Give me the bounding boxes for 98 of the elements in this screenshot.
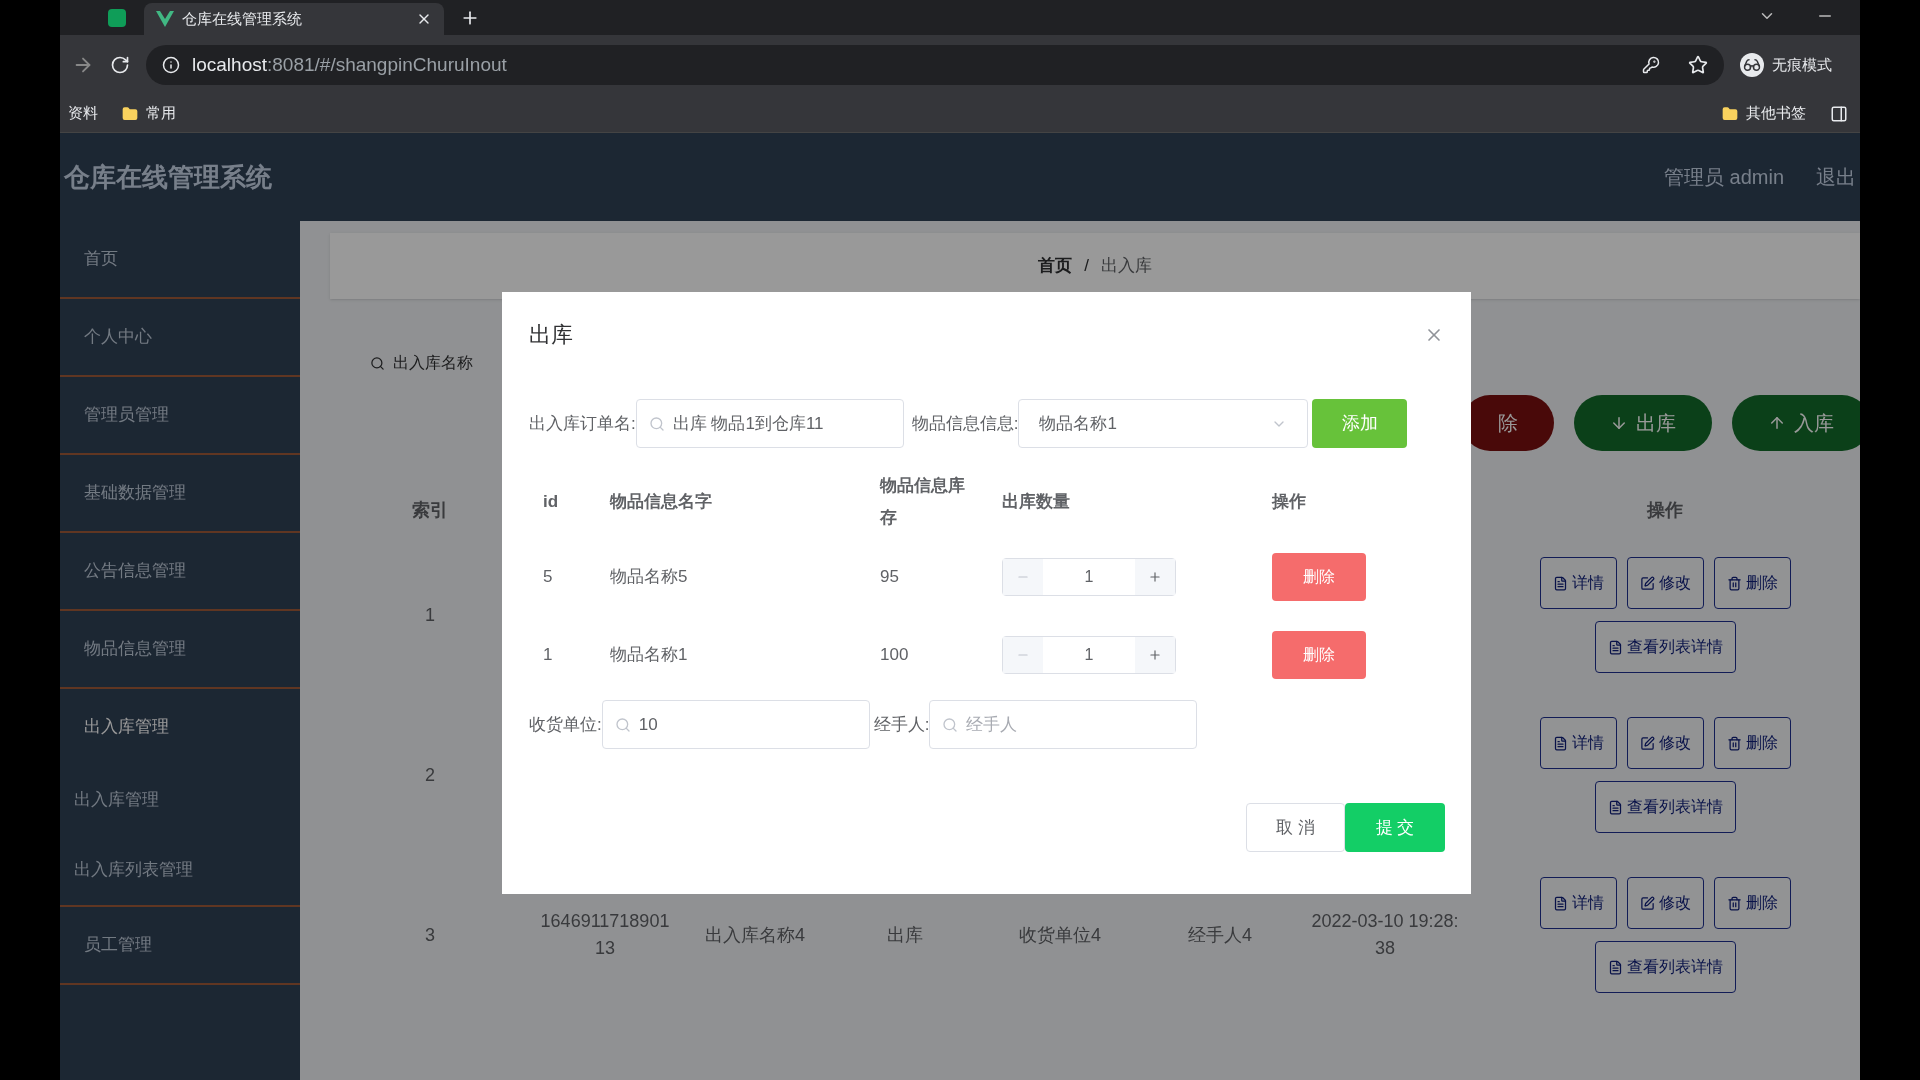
sidebar-item[interactable]: 员工管理 [60,907,300,983]
table-cell-text: 3 [425,923,435,947]
column-header: 物品信息库存 [880,475,966,529]
action-button[interactable]: 详情 [1539,557,1617,609]
table-cell-text: 出库 [887,923,923,947]
action-button[interactable]: 修改 [1626,877,1704,929]
sidebar-item[interactable]: 物品信息管理 [60,611,300,687]
table-cell-text: 1 [425,603,435,627]
folder-icon [1722,105,1738,122]
profile-button[interactable]: 无痕模式 [1740,53,1848,77]
sidebar-item[interactable]: 管理员管理 [60,377,300,453]
pen-icon [1639,575,1655,591]
sidebar-item[interactable]: 个人中心 [60,299,300,375]
document-icon [1607,639,1623,655]
action-button[interactable]: 删除 [1713,557,1791,609]
bookmark[interactable]: 其他书签 [1722,102,1806,125]
order-name-field[interactable]: 出库 物品1到仓库11 [635,399,904,448]
url-text: localhost:8081/#/shangpinChuruInout [192,52,507,77]
table-cell-text: 物品名称5 [610,566,688,589]
vue-logo-icon [156,11,174,27]
search-icon [648,415,665,432]
document-icon [1607,959,1623,975]
table-cell-text: 出入库名称4 [705,923,805,947]
sidebar-item[interactable]: 公告信息管理 [60,533,300,609]
table-cell-text: 收货单位4 [1019,923,1101,947]
action-button[interactable]: 修改 [1626,717,1704,769]
logout-link[interactable]: 退出 [1816,162,1856,192]
trash-icon [1726,895,1742,911]
folder-icon [122,105,138,122]
document-icon [1552,895,1568,911]
search-icon [370,355,385,371]
field-label: 收货单位: [529,713,602,736]
address-bar[interactable]: localhost:8081/#/shangpinChuruInout [146,45,1724,85]
trash-icon [1726,575,1742,591]
breadcrumb-item[interactable]: 首页 [1038,253,1073,279]
toolbar-button[interactable]: 出库 [1574,395,1712,451]
breadcrumb-separator: / [1084,255,1089,278]
arrow-down-icon [1610,414,1628,432]
document-icon [1552,575,1568,591]
sidebar-item[interactable]: 基础数据管理 [60,455,300,531]
action-button[interactable]: 详情 [1539,717,1617,769]
table-cell-text: 2022-03-10 19:28:38 [1310,910,1460,960]
table-cell-text: 2 [425,763,435,787]
sidebar-item[interactable]: 首页 [60,221,300,297]
dialog-title: 出库 [529,321,573,349]
action-button[interactable]: 删除 [1713,717,1791,769]
table-cell-text: 5 [543,566,553,589]
table-cell-text: 100 [880,644,909,667]
reload-icon[interactable] [110,55,130,75]
trash-icon [1726,735,1742,751]
column-header: 索引 [412,498,448,522]
field-label: 出入库订单名: [529,412,636,435]
column-header: id [543,491,559,514]
browser-tab[interactable]: 仓库在线管理系统 [144,3,444,35]
search-icon [942,716,959,733]
sidebar-subitem[interactable]: 出入库列表管理 [60,835,300,905]
bookmark[interactable]: 常用 [122,102,176,125]
column-header: 操作 [1647,498,1683,522]
action-button[interactable]: 查看列表详情 [1594,781,1736,833]
action-button[interactable]: 修改 [1626,557,1704,609]
receiver-field[interactable]: 10 [601,700,870,749]
user-label: 管理员 admin [1663,165,1784,190]
breadcrumb-item: 出入库 [1100,255,1152,278]
app-title: 仓库在线管理系统 [64,160,272,194]
document-icon [1552,735,1568,751]
key-icon[interactable] [1642,56,1660,74]
search-field[interactable]: 出入库名称 [370,351,473,375]
action-button[interactable]: 查看列表详情 [1594,941,1736,993]
column-header: 操作 [1272,491,1306,514]
table-cell-text: 164691171890113 [539,910,671,960]
table-cell-text: 1 [543,644,553,667]
column-header: 出库数量 [1002,491,1070,514]
star-icon[interactable] [1688,55,1708,75]
item-select[interactable]: 物品名称1 [1018,399,1309,448]
action-button[interactable]: 查看列表详情 [1594,621,1736,673]
delete-button[interactable]: 删除 [1272,553,1366,601]
table-cell-text: 95 [880,566,899,589]
toolbar-button[interactable]: 入库 [1732,395,1860,451]
field-label: 物品信息信息: [911,412,1019,435]
action-button[interactable]: 删除 [1713,877,1791,929]
document-icon [1607,799,1623,815]
info-icon [162,56,180,74]
delete-button[interactable]: 删除 [1272,631,1366,679]
search-icon [614,716,631,733]
incognito-icon [1740,53,1764,77]
reading-list-icon[interactable] [1830,104,1848,123]
pen-icon [1639,895,1655,911]
sidebar-item[interactable]: 出入库管理 [60,689,300,765]
bookmark[interactable]: 资料 [68,102,98,125]
column-header: 物品信息名字 [610,491,712,514]
tab-title: 仓库在线管理系统 [182,8,303,29]
table-cell-text: 物品名称1 [610,644,688,667]
cancel-button[interactable]: 取 消 [1246,803,1345,852]
table-cell-text: 经手人4 [1188,923,1252,947]
action-button[interactable]: 详情 [1539,877,1617,929]
sidebar-subitem[interactable]: 出入库管理 [60,765,300,835]
pen-icon [1639,735,1655,751]
field-label: 经手人: [873,713,930,736]
